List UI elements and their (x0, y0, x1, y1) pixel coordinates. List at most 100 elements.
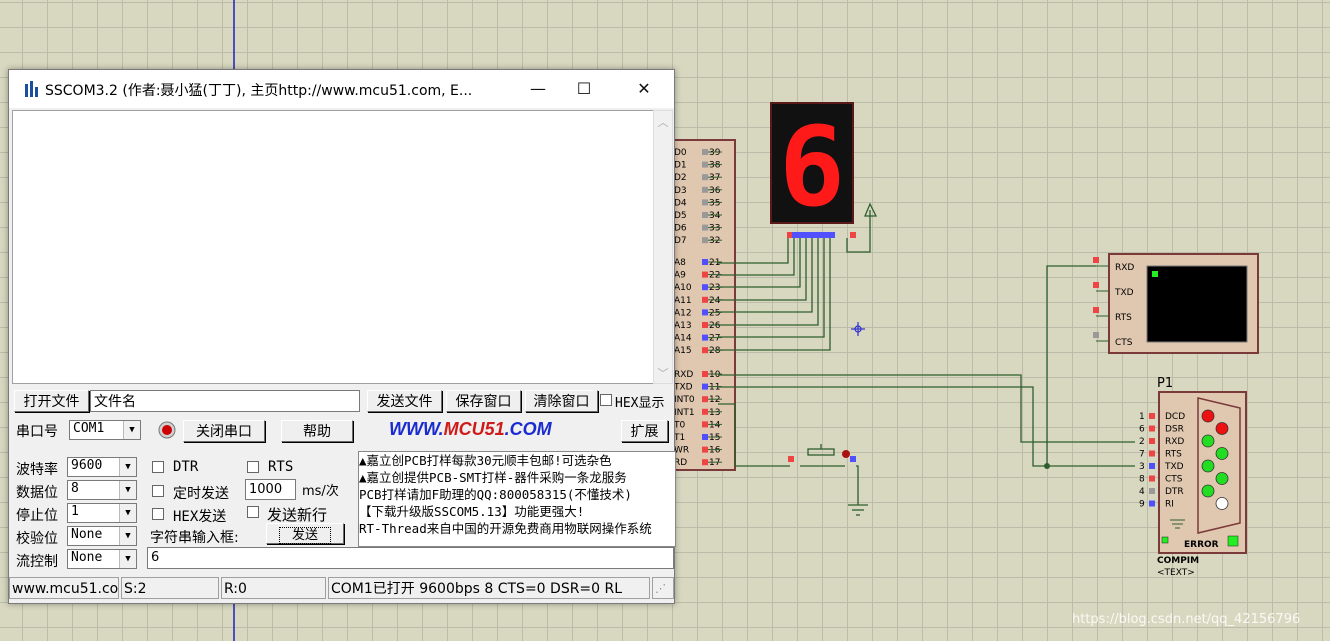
minimize-button[interactable]: — (515, 70, 561, 108)
mcu51-logo: WWW.MCU51.COM (389, 419, 552, 439)
input-label: 字符串输入框: (150, 530, 239, 546)
interval-unit: ms/次 (302, 484, 339, 499)
title-bar[interactable]: SSCOM3.2 (作者:聂小猛(丁丁), 主页http://www.mcu51… (9, 70, 674, 108)
send-button[interactable]: 发送 (266, 523, 344, 544)
virtual-terminal[interactable]: RXD TXD RTS CTS (1093, 253, 1259, 354)
parity-label: 校验位 (16, 531, 58, 547)
mcu-pin-number: 37 (709, 173, 720, 183)
status-url[interactable]: www.mcu51.com (9, 577, 119, 599)
expand-button[interactable]: 扩展 (621, 420, 668, 442)
connector-pin-number: 4 (1139, 487, 1145, 497)
port-select[interactable]: COM1 ▼ (69, 420, 141, 440)
mcu-pin-number: 24 (709, 296, 721, 306)
chevron-down-icon[interactable]: ▼ (123, 421, 140, 439)
connector-led (1201, 484, 1215, 498)
baud-label: 波特率 (16, 462, 58, 478)
mcu-pin-number: 13 (709, 408, 720, 418)
compim-connector[interactable]: P1 1 DCD 6 DSR 2 RXD 7 RTS 3 TXD 8 CTS 4 DTR 9 RI ERROR… (1139, 376, 1247, 578)
mcu-chip[interactable]: D0 39D1 38D2 37D3 36D4 35D5 34D6 33D7 32 A8 21A9 2… (672, 139, 736, 471)
close-button[interactable]: ✕ (621, 70, 667, 108)
mcu-pin-label: A14 (674, 334, 692, 344)
parity-select[interactable]: None ▼ (67, 526, 137, 546)
hex-send-checkbox[interactable] (152, 508, 164, 520)
connector-ref: P1 (1157, 376, 1173, 391)
help-button[interactable]: 帮助 (281, 420, 353, 442)
serial-wires (718, 265, 1135, 467)
ad-line[interactable]: PCB打样请加F助理的QQ:800058315(不懂技术) (359, 486, 675, 503)
terminal-pin-label: RXD (1115, 263, 1134, 273)
mcu-pin-label: RXD (674, 370, 693, 380)
mcu-pin-number: 36 (709, 186, 721, 196)
ad-line[interactable]: ▲嘉立创PCB打样每款30元顺丰包邮!可选杂色 (359, 452, 675, 469)
chevron-down-icon[interactable]: ▼ (119, 550, 136, 568)
receive-scrollbar[interactable]: ︿ ﹀ (653, 110, 673, 384)
connector-pin-label: RTS (1165, 450, 1182, 460)
stopbits-select[interactable]: 1 ▼ (67, 503, 137, 523)
chevron-down-icon[interactable]: ▼ (119, 527, 136, 545)
databits-select[interactable]: 8 ▼ (67, 480, 137, 500)
ad-line[interactable]: ▲嘉立创提供PCB-SMT打样-器件采购一条龙服务 (359, 469, 675, 486)
sscom-window[interactable]: SSCOM3.2 (作者:聂小猛(丁丁), 主页http://www.mcu51… (8, 69, 676, 604)
receive-area[interactable] (12, 110, 654, 384)
dtr-label: DTR (173, 459, 199, 475)
maximize-button[interactable]: ☐ (561, 70, 607, 108)
mcu-pin-label: A13 (674, 321, 692, 331)
stopbits-label: 停止位 (16, 508, 58, 524)
mcu-pin-label: D6 (674, 224, 687, 234)
mcu-pin-number: 38 (709, 161, 721, 171)
baud-value: 9600 (71, 458, 103, 473)
connector-pin-number: 9 (1139, 500, 1145, 510)
mcu-pin-label: A15 (674, 346, 692, 356)
save-window-button[interactable]: 保存窗口 (446, 390, 521, 412)
mcu-pin-number: 17 (709, 458, 720, 468)
chevron-down-icon[interactable]: ▼ (119, 458, 136, 476)
rts-checkbox[interactable] (247, 461, 259, 473)
mcu-pin-number: 15 (709, 433, 720, 443)
port-value: COM1 (73, 421, 105, 436)
ad-line[interactable]: RT-Thread来自中国的开源免费商用物联网操作系统 (359, 520, 675, 537)
resize-grip-icon[interactable]: ⋰ (652, 577, 674, 599)
mcu-pin-number: 23 (709, 283, 720, 293)
interval-field[interactable]: 1000 (245, 479, 296, 500)
port-status-led-icon (158, 421, 176, 439)
ad-line[interactable]: 【下载升级版SSCOM5.13】功能更强大! (359, 503, 675, 520)
flow-select[interactable]: None ▼ (67, 549, 137, 569)
baud-select[interactable]: 9600 ▼ (67, 457, 137, 477)
mcu-pin-label: A9 (674, 271, 686, 281)
push-button[interactable] (788, 444, 868, 516)
cursor-marker (851, 322, 865, 336)
scroll-up-icon[interactable]: ︿ (654, 114, 672, 130)
connector-led (1201, 459, 1215, 473)
file-name-field[interactable]: 文件名 (90, 390, 360, 412)
watermark: https://blog.csdn.net/qq_42156796 (1072, 612, 1301, 627)
chevron-down-icon[interactable]: ▼ (119, 504, 136, 522)
dtr-checkbox[interactable] (152, 461, 164, 473)
connector-pin-number: 8 (1139, 475, 1145, 485)
scroll-down-icon[interactable]: ﹀ (654, 365, 672, 381)
send-file-button[interactable]: 发送文件 (367, 390, 442, 412)
connector-pin-number: 3 (1139, 462, 1145, 472)
mcu-pin-number: 27 (709, 334, 720, 344)
mcu-pin-label: A11 (674, 296, 692, 306)
hex-display-checkbox[interactable] (600, 394, 612, 406)
hex-send-label: HEX发送 (173, 509, 227, 525)
mcu-pin-label: WR (674, 446, 689, 456)
connector-led (1215, 497, 1229, 510)
connector-led (1215, 422, 1229, 435)
close-port-button[interactable]: 关闭串口 (183, 420, 265, 442)
seven-segment-display[interactable]: 6 (770, 102, 878, 253)
connector-led (1215, 447, 1229, 460)
clear-window-button[interactable]: 清除窗口 (525, 390, 598, 412)
terminal-pin-label: RTS (1115, 313, 1132, 323)
timed-send-label: 定时发送 (173, 486, 229, 502)
mcu-pin-number: 28 (709, 346, 721, 356)
send-button-label: 发送 (278, 527, 331, 544)
send-input[interactable]: 6 (147, 547, 674, 569)
timed-send-checkbox[interactable] (152, 485, 164, 497)
databits-value: 8 (71, 481, 79, 496)
open-file-button[interactable]: 打开文件 (14, 390, 89, 412)
chevron-down-icon[interactable]: ▼ (119, 481, 136, 499)
display-digit: 6 (779, 103, 845, 231)
stopbits-value: 1 (71, 504, 79, 519)
send-newline-checkbox[interactable] (247, 506, 259, 518)
